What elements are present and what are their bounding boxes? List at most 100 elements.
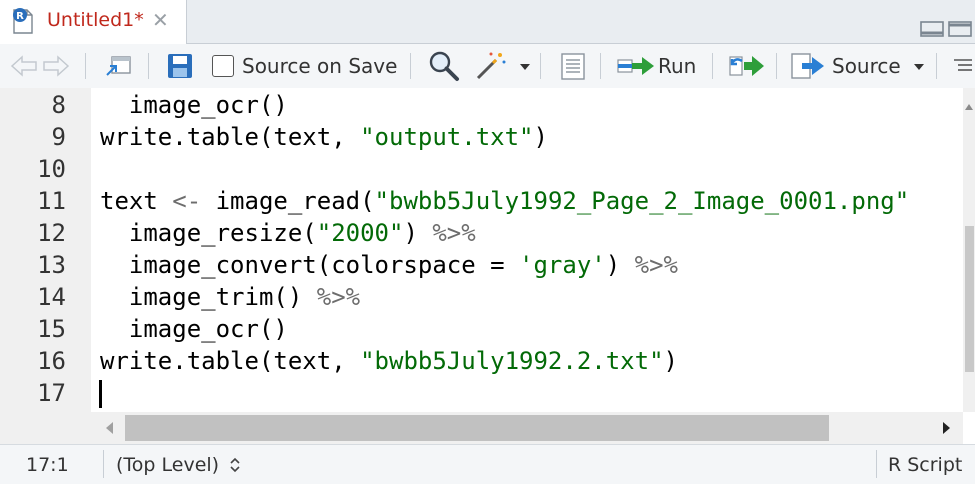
string-token: "bwbb5July1992.2.txt" [360,347,664,375]
code-text: write.table(text, "bwbb5July1992.2.txt") [100,345,678,377]
status-bar: 17:1 (Top Level) R Script [0,444,975,484]
code-line[interactable]: 8 image_ocr() [0,89,963,121]
source-label: Source [832,54,901,78]
back-arrow-icon[interactable] [8,54,72,78]
gutter-filler [0,412,91,444]
string-token: "output.txt" [360,123,534,151]
close-tab-icon[interactable]: ✕ [152,8,169,32]
tab-title: Untitled1* [47,9,144,31]
line-number: 16 [37,347,66,375]
find-replace-button[interactable] [428,44,460,88]
scope-selector[interactable]: (Top Level) [116,454,243,476]
outline-button[interactable] [950,44,974,88]
scroll-right-icon[interactable] [937,412,957,444]
source-button[interactable]: Source [790,44,931,88]
toolbar-divider [936,53,937,79]
forward-arrow-icon [43,55,70,77]
tab-untitled1[interactable]: R Untitled1* ✕ [0,0,187,44]
toolbar-divider [540,53,541,79]
show-in-window-icon [106,56,131,76]
run-label: Run [658,54,697,78]
scroll-left-icon[interactable] [99,412,119,444]
maximize-pane-icon [948,21,972,37]
code-token: image_trim() [100,283,317,311]
code-text: image_convert(colorspace = 'gray') %>% [100,249,678,281]
nav-arrows[interactable] [8,44,72,88]
minimize-pane-icon [920,21,944,37]
chevron-down-icon [520,64,530,70]
status-divider [876,450,877,478]
code-line[interactable]: 10 [0,153,963,185]
toolbar-divider [85,53,86,79]
code-line[interactable]: 16 write.table(text, "bwbb5July1992.2.txt… [0,345,963,377]
rerun-button[interactable] [728,44,768,88]
line-number: 9 [51,123,66,151]
code-text: image_trim() %>% [100,281,360,313]
code-token: ) [663,347,678,375]
chevron-down-icon[interactable] [907,54,931,78]
code-tools-dropdown[interactable] [474,44,532,88]
line-number: 14 [37,283,66,311]
code-token: ) [533,123,548,151]
source-on-save-label: Source on Save [242,54,398,78]
code-token: text [100,187,173,215]
code-line[interactable]: 12 image_resize("2000") %>% [0,217,963,249]
toolbar-divider [148,53,149,79]
run-icon [617,57,654,75]
code-token: image_resize( [100,219,317,247]
code-text: image_ocr() [100,89,288,121]
line-number: 8 [51,91,66,119]
line-number: 17 [37,379,66,407]
line-number: 10 [37,155,66,183]
vertical-scrollbar[interactable] [963,88,975,412]
run-button[interactable]: Run [616,44,696,88]
string-token: 'gray' [519,251,606,279]
code-text: write.table(text, "output.txt") [100,121,548,153]
code-text: image_ocr() [100,313,288,345]
code-line[interactable]: 15 image_ocr() [0,313,963,345]
save-icon [168,54,192,78]
scope-label: (Top Level) [116,454,220,476]
line-number: 11 [37,187,66,215]
code-line[interactable]: 11 text <- image_read("bwbb5July1992_Page… [0,185,963,217]
code-line[interactable]: 17 [0,377,963,409]
text-cursor [99,380,102,408]
operator-token: %>% [634,251,678,279]
magic-wand-icon [476,52,506,80]
code-line[interactable]: 14 image_trim() %>% [0,281,963,313]
code-token: image_ocr() [100,315,288,343]
operator-token: %>% [432,219,476,247]
status-divider [103,450,104,478]
line-number: 12 [37,219,66,247]
code-token: image_read( [201,187,375,215]
code-text: text <- image_read("bwbb5July1992_Page_2… [100,185,909,217]
code-token: image_convert(colorspace = [100,251,520,279]
file-type-selector[interactable]: R Script [888,454,962,476]
code-editor[interactable]: 8 image_ocr() 9 write.table(text, "output.… [0,88,963,412]
compile-report-button[interactable] [558,44,588,88]
editor-toolbar: Source on Save Run Source [0,44,975,89]
line-number: 15 [37,315,66,343]
vertical-scroll-thumb[interactable] [965,226,974,372]
r-script-file-icon: R [13,8,33,34]
up-down-chevron-icon [230,457,240,473]
code-line[interactable]: 9 write.table(text, "output.txt") [0,121,963,153]
toolbar-divider [600,53,601,79]
scroll-up-icon[interactable] [963,96,975,116]
source-on-save-toggle[interactable]: Source on Save [212,44,397,88]
save-button[interactable] [166,44,194,88]
code-line[interactable]: 13 image_convert(colorspace = 'gray') %>… [0,249,963,281]
rerun-icon [729,56,764,76]
show-in-window-button[interactable] [104,44,134,88]
line-number: 13 [37,251,66,279]
toolbar-divider [712,53,713,79]
horizontal-scroll-thumb[interactable] [125,415,829,441]
code-token: write.table(text, [100,123,361,151]
source-on-save-checkbox[interactable] [212,55,234,77]
code-token: write.table(text, [100,347,361,375]
search-icon [429,51,459,81]
horizontal-scrollbar[interactable] [91,412,963,444]
string-token: "bwbb5July1992_Page_2_Image_0001.png" [374,187,910,215]
toolbar-divider [776,53,777,79]
window-controls[interactable] [915,18,975,42]
